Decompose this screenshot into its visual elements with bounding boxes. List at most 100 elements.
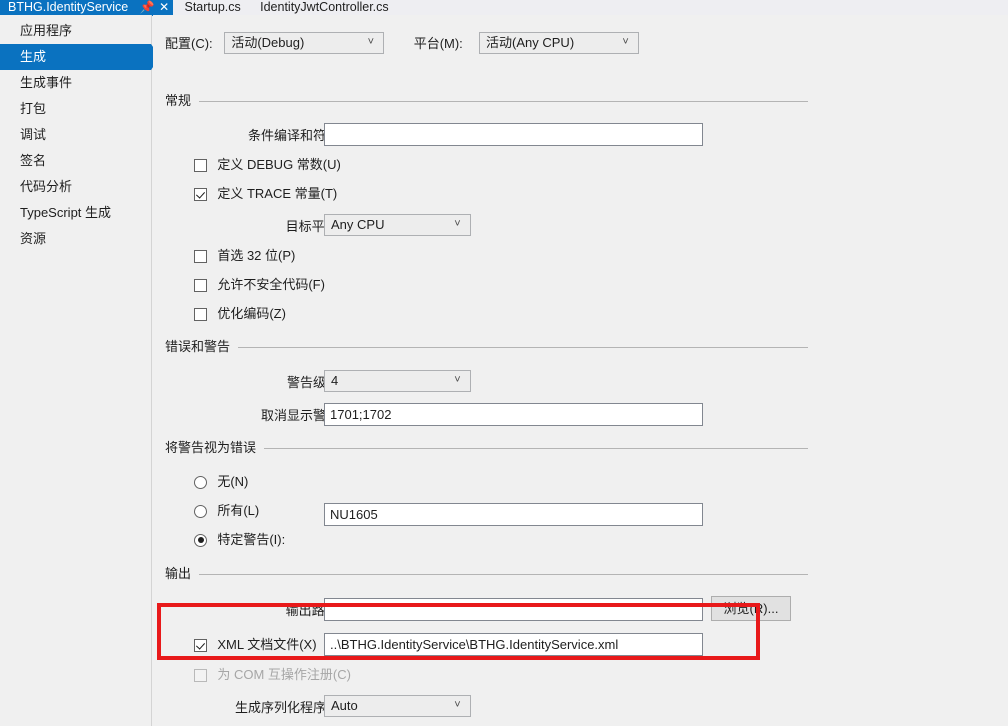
sidebar-item-label: 打包 — [20, 101, 47, 116]
section-errors-warnings-title: 错误和警告 — [165, 339, 239, 355]
section-errors-warnings: 错误和警告 — [165, 339, 808, 355]
section-general-title: 常规 — [165, 93, 200, 109]
sidebar-item-build[interactable]: 生成 — [0, 44, 160, 70]
optimize-code-label: 优化编码(Z) — [217, 306, 286, 321]
tab-label: Startup.cs — [184, 0, 241, 14]
sidebar-item-label: 生成 — [20, 49, 47, 64]
warnings-all-label: 所有(L) — [217, 503, 260, 518]
warnings-specific-label: 特定警告(I): — [217, 532, 286, 547]
checkbox-icon[interactable] — [194, 249, 207, 263]
tab-icon-group: 📌 ✕ — [140, 0, 171, 15]
configuration-bar: 配置(C): 活动(Debug) ˅ 平台(M): 活动(Any CPU) ˅ — [165, 32, 985, 56]
sidebar-item-label: 生成事件 — [20, 75, 73, 90]
sidebar-item-label: 调试 — [20, 127, 47, 142]
browse-button-label: 浏览(R)... — [723, 601, 779, 616]
sidebar-item-label: 代码分析 — [20, 179, 73, 194]
tab-startup-cs[interactable]: Startup.cs — [177, 0, 249, 15]
warning-level-value: 4 — [331, 373, 339, 388]
define-trace-checkbox-row[interactable]: 定义 TRACE 常量(T) — [194, 186, 337, 204]
target-platform-value: Any CPU — [331, 217, 385, 232]
sidebar-item-application[interactable]: 应用程序 — [0, 18, 151, 44]
conditional-symbols-input[interactable] — [324, 123, 703, 146]
specific-warnings-value: NU1605 — [330, 507, 378, 522]
section-warnings-as-errors: 将警告视为错误 — [165, 440, 808, 456]
sidebar-item-label: TypeScript 生成 — [20, 205, 112, 220]
register-com-checkbox-row: 为 COM 互操作注册(C) — [194, 667, 351, 685]
section-general: 常规 — [165, 93, 808, 109]
tab-identityjwtcontroller-cs[interactable]: IdentityJwtController.cs — [252, 0, 397, 15]
browse-button[interactable]: 浏览(R)... — [711, 596, 791, 621]
platform-dropdown[interactable]: 活动(Any CPU) ˅ — [479, 32, 640, 54]
allow-unsafe-label: 允许不安全代码(F) — [217, 277, 325, 292]
tab-label: IdentityJwtController.cs — [260, 0, 389, 14]
close-icon[interactable]: ✕ — [157, 0, 171, 15]
editor-tab-strip: BTHG.IdentityService 📌 ✕ Startup.cs Iden… — [0, 0, 1008, 16]
properties-category-list: 应用程序 生成 生成事件 打包 调试 签名 代码分析 TypeScript 生成… — [0, 15, 160, 726]
xml-doc-label: XML 文档文件(X) — [217, 637, 317, 652]
warnings-none-radio-row[interactable]: 无(N) — [194, 474, 248, 492]
checkbox-icon[interactable] — [194, 158, 207, 172]
section-output-title: 输出 — [165, 566, 200, 582]
chevron-down-icon: ˅ — [367, 36, 375, 48]
section-output: 输出 — [165, 566, 808, 582]
sidebar-item-label: 资源 — [20, 231, 47, 246]
section-warnings-as-errors-title: 将警告视为错误 — [165, 440, 265, 456]
sidebar-item-debug[interactable]: 调试 — [0, 122, 151, 148]
serialization-assembly-value: Auto — [331, 698, 358, 713]
sidebar-item-resources[interactable]: 资源 — [0, 226, 151, 252]
sidebar-item-code-analysis[interactable]: 代码分析 — [0, 174, 151, 200]
warnings-none-label: 无(N) — [217, 474, 249, 489]
sidebar-item-build-events[interactable]: 生成事件 — [0, 70, 151, 96]
sidebar-item-package[interactable]: 打包 — [0, 96, 151, 122]
warnings-all-radio-row[interactable]: 所有(L) — [194, 503, 259, 521]
tab-bthg-identityservice[interactable]: BTHG.IdentityService 📌 ✕ — [0, 0, 174, 15]
define-trace-label: 定义 TRACE 常量(T) — [217, 186, 338, 201]
target-platform-dropdown[interactable]: Any CPU ˅ — [324, 214, 471, 236]
chevron-down-icon: ˅ — [622, 36, 629, 48]
optimize-code-checkbox-row[interactable]: 优化编码(Z) — [194, 306, 286, 324]
specific-warnings-input[interactable]: NU1605 — [324, 503, 703, 526]
checkbox-icon — [194, 668, 207, 682]
suppress-warnings-input[interactable]: 1701;1702 — [324, 403, 703, 426]
checkbox-icon[interactable] — [194, 187, 207, 201]
configuration-value: 活动(Debug) — [231, 35, 305, 50]
checkbox-icon[interactable] — [194, 307, 207, 321]
prefer-32bit-checkbox-row[interactable]: 首选 32 位(P) — [194, 248, 295, 266]
sidebar-item-label: 签名 — [20, 153, 47, 168]
radio-icon[interactable] — [194, 504, 207, 518]
section-divider — [238, 339, 808, 348]
build-settings-pane: 配置(C): 活动(Debug) ˅ 平台(M): 活动(Any CPU) ˅ … — [153, 15, 1008, 726]
warning-level-dropdown[interactable]: 4 ˅ — [324, 370, 471, 392]
sidebar-item-typescript-build[interactable]: TypeScript 生成 — [0, 200, 151, 226]
prefer-32bit-label: 首选 32 位(P) — [217, 248, 296, 263]
pin-icon[interactable]: 📌 — [140, 0, 155, 15]
allow-unsafe-checkbox-row[interactable]: 允许不安全代码(F) — [194, 277, 325, 295]
register-com-label: 为 COM 互操作注册(C) — [217, 667, 351, 682]
section-divider — [199, 566, 808, 575]
chevron-down-icon: ˅ — [454, 374, 461, 386]
platform-label: 平台(M): — [413, 36, 463, 51]
chevron-down-icon: ˅ — [454, 218, 461, 230]
define-debug-label: 定义 DEBUG 常数(U) — [217, 157, 341, 172]
radio-icon[interactable] — [194, 533, 207, 547]
section-divider — [264, 440, 808, 449]
chevron-down-icon: ˅ — [454, 699, 461, 711]
radio-icon[interactable] — [194, 475, 207, 489]
configuration-dropdown[interactable]: 活动(Debug) ˅ — [224, 32, 385, 54]
platform-value: 活动(Any CPU) — [486, 35, 575, 50]
warnings-specific-radio-row[interactable]: 特定警告(I): — [194, 532, 285, 550]
sidebar-item-signing[interactable]: 签名 — [0, 148, 151, 174]
output-path-input[interactable] — [324, 598, 703, 621]
section-divider — [199, 93, 808, 102]
serialization-assembly-dropdown[interactable]: Auto ˅ — [324, 695, 471, 717]
tab-label: BTHG.IdentityService — [8, 0, 129, 14]
xml-doc-path-input[interactable]: ..\BTHG.IdentityService\BTHG.IdentitySer… — [324, 633, 703, 656]
checkbox-icon[interactable] — [194, 278, 207, 292]
sidebar-item-label: 应用程序 — [20, 23, 73, 38]
define-debug-checkbox-row[interactable]: 定义 DEBUG 常数(U) — [194, 157, 341, 175]
checkbox-icon[interactable] — [194, 638, 207, 652]
suppress-warnings-value: 1701;1702 — [330, 407, 392, 422]
configuration-label: 配置(C): — [165, 36, 213, 51]
xml-doc-path-value: ..\BTHG.IdentityService\BTHG.IdentitySer… — [330, 637, 619, 652]
xml-doc-checkbox-row[interactable]: XML 文档文件(X) — [194, 637, 317, 655]
